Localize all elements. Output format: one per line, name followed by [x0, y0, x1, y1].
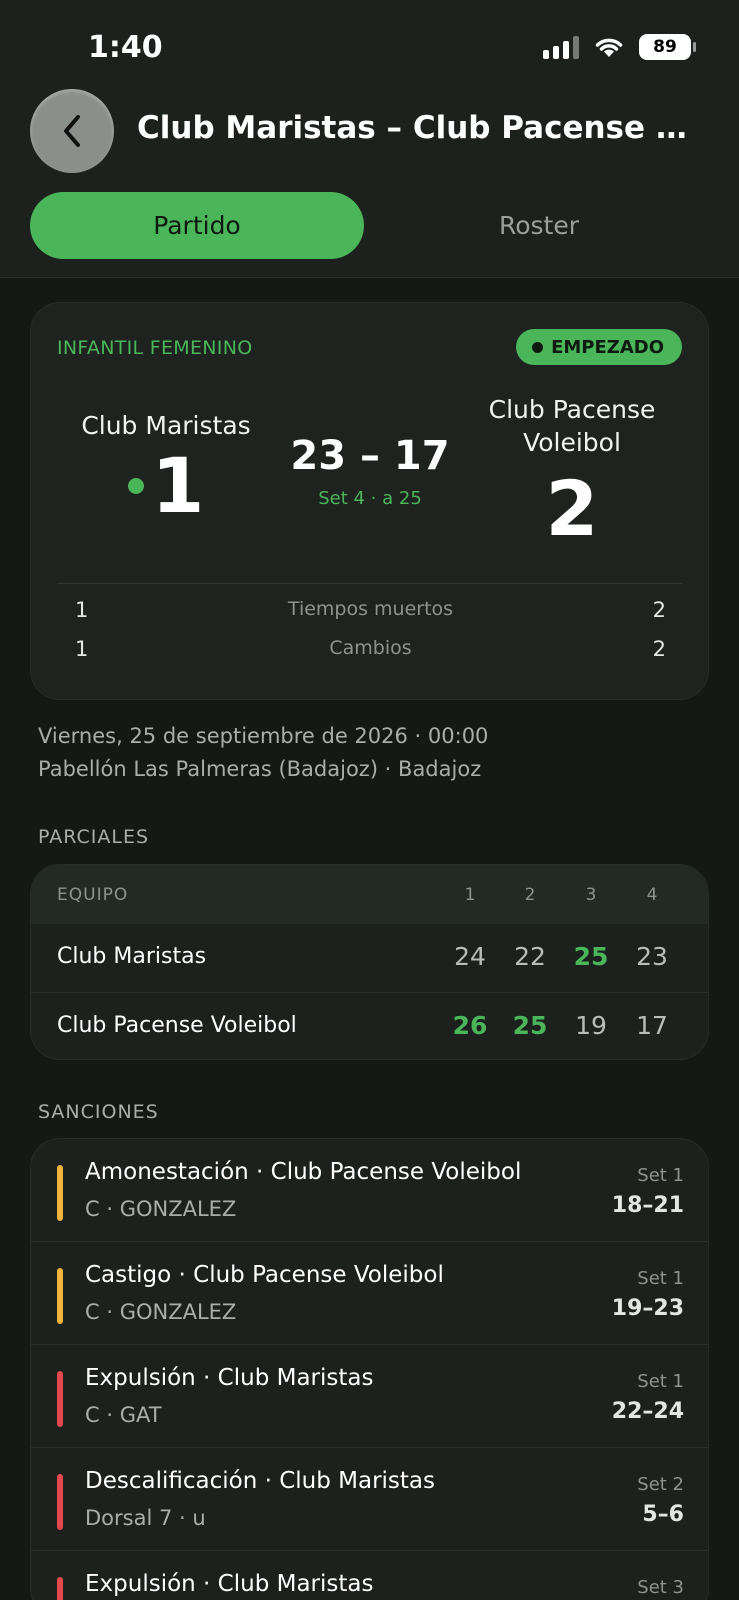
partials-table: EQUIPO 1 2 3 4 Club Maristas 24 22 25 23… [30, 864, 709, 1060]
wifi-icon [595, 38, 623, 57]
status-icons: 89 [543, 34, 696, 60]
set-score: 25 [512, 1011, 548, 1040]
sanction-person: C · GONZALEZ [85, 1300, 237, 1324]
set-score: 23 [636, 942, 668, 971]
set-score: 25 [573, 942, 609, 971]
set-score: 19 [575, 1011, 607, 1040]
stat-away: 2 [652, 637, 666, 661]
sanction-person: C · GAT [85, 1403, 162, 1427]
severity-bar [57, 1268, 63, 1324]
stat-label: Cambios [329, 637, 412, 659]
list-item[interactable]: Expulsión · Club Maristas C · GAT Set 1 … [31, 1345, 708, 1448]
home-score: 1 [61, 448, 271, 524]
sanction-score: 18–21 [611, 1193, 684, 1218]
chevron-left-icon [64, 115, 80, 147]
signal-icon [543, 35, 579, 59]
sanction-title: Expulsión · Club Maristas [85, 1365, 374, 1391]
away-score: 2 [467, 471, 677, 547]
tab-roster[interactable]: Roster [372, 192, 706, 259]
team-name: Club Maristas [57, 944, 207, 969]
status-badge: EMPEZADO [516, 329, 682, 365]
sanction-title: Castigo · Club Pacense Voleibol [85, 1262, 444, 1288]
sanction-score: 5–6 [642, 1502, 684, 1527]
sanction-set: Set 3 [637, 1577, 684, 1598]
match-datetime: Viernes, 25 de septiembre de 2026 · 00:0… [38, 724, 489, 748]
list-item[interactable]: Amonestación · Club Pacense Voleibol C ·… [31, 1139, 708, 1242]
severity-bar [57, 1474, 63, 1530]
category-label: INFANTIL FEMENINO [57, 337, 253, 359]
set-column-header: 4 [646, 885, 658, 905]
sanction-set: Set 1 [637, 1268, 684, 1289]
sanction-set: Set 2 [637, 1474, 684, 1495]
away-team-name: Club Pacense Voleibol [488, 395, 656, 457]
set-column-header: 2 [524, 885, 536, 905]
severity-bar [57, 1165, 63, 1221]
set-score: 24 [454, 942, 486, 971]
sanction-person: C · GONZALEZ [85, 1197, 237, 1221]
away-sets: 2 [545, 464, 599, 553]
sanctions-section-label: SANCIONES [38, 1101, 159, 1123]
scoreboard-card: INFANTIL FEMENINO EMPEZADO Club Maristas… [30, 302, 709, 700]
team-column-header: EQUIPO [57, 885, 129, 905]
sanction-score: 19–23 [611, 1296, 684, 1321]
set-column-header: 1 [464, 885, 476, 905]
match-venue: Pabellón Las Palmeras (Badajoz) · Badajo… [38, 757, 482, 781]
sanction-title: Expulsión · Club Maristas [85, 1571, 374, 1597]
set-column-header: 3 [585, 885, 597, 905]
set-info: Set 4 · a 25 [318, 488, 422, 509]
battery-icon: 89 [639, 34, 696, 60]
sanction-score: 22–24 [611, 1399, 684, 1424]
set-score: 17 [636, 1011, 668, 1040]
status-time: 1:40 [88, 30, 163, 65]
list-item[interactable]: Expulsión · Club Maristas Set 3 [31, 1551, 708, 1600]
sanction-set: Set 1 [637, 1165, 684, 1186]
status-text: EMPEZADO [551, 336, 664, 358]
stat-row-substitutions: 1 Cambios 2 [31, 637, 710, 667]
table-row: Club Pacense Voleibol 26 25 19 17 [31, 993, 708, 1059]
set-score: 22 [514, 942, 546, 971]
list-item[interactable]: Castigo · Club Pacense Voleibol C · GONZ… [31, 1242, 708, 1345]
status-dot-icon [532, 341, 544, 353]
tab-partido[interactable]: Partido [30, 192, 364, 259]
stat-row-timeouts: 1 Tiempos muertos 2 [31, 598, 710, 628]
sanction-title: Descalificación · Club Maristas [85, 1468, 436, 1494]
stat-label: Tiempos muertos [287, 598, 454, 620]
header: 1:40 89 Club Maristas – Club Pacense Vol… [0, 0, 739, 278]
list-item[interactable]: Descalificación · Club Maristas Dorsal 7… [31, 1448, 708, 1551]
back-button[interactable] [30, 89, 114, 173]
sanction-person: Dorsal 7 · u [85, 1506, 206, 1530]
sanctions-list: Amonestación · Club Pacense Voleibol C ·… [30, 1138, 709, 1600]
current-set-score: 23 – 17 [290, 433, 450, 479]
serve-indicator-icon [127, 478, 144, 494]
team-name: Club Pacense Voleibol [57, 1013, 297, 1038]
severity-bar [57, 1577, 63, 1600]
stat-away: 2 [652, 598, 666, 622]
table-row: Club Maristas 24 22 25 23 [31, 924, 708, 992]
severity-bar [57, 1371, 63, 1427]
page-title: Club Maristas – Club Pacense Volei… [137, 110, 707, 146]
sanction-title: Amonestación · Club Pacense Voleibol [85, 1159, 522, 1185]
set-score: 26 [452, 1011, 488, 1040]
sanction-set: Set 1 [637, 1371, 684, 1392]
home-sets: 1 [151, 441, 205, 530]
home-team-name: Club Maristas [81, 411, 251, 440]
table-header: EQUIPO 1 2 3 4 [31, 865, 708, 924]
partials-section-label: PARCIALES [38, 826, 150, 848]
divider [57, 583, 682, 584]
